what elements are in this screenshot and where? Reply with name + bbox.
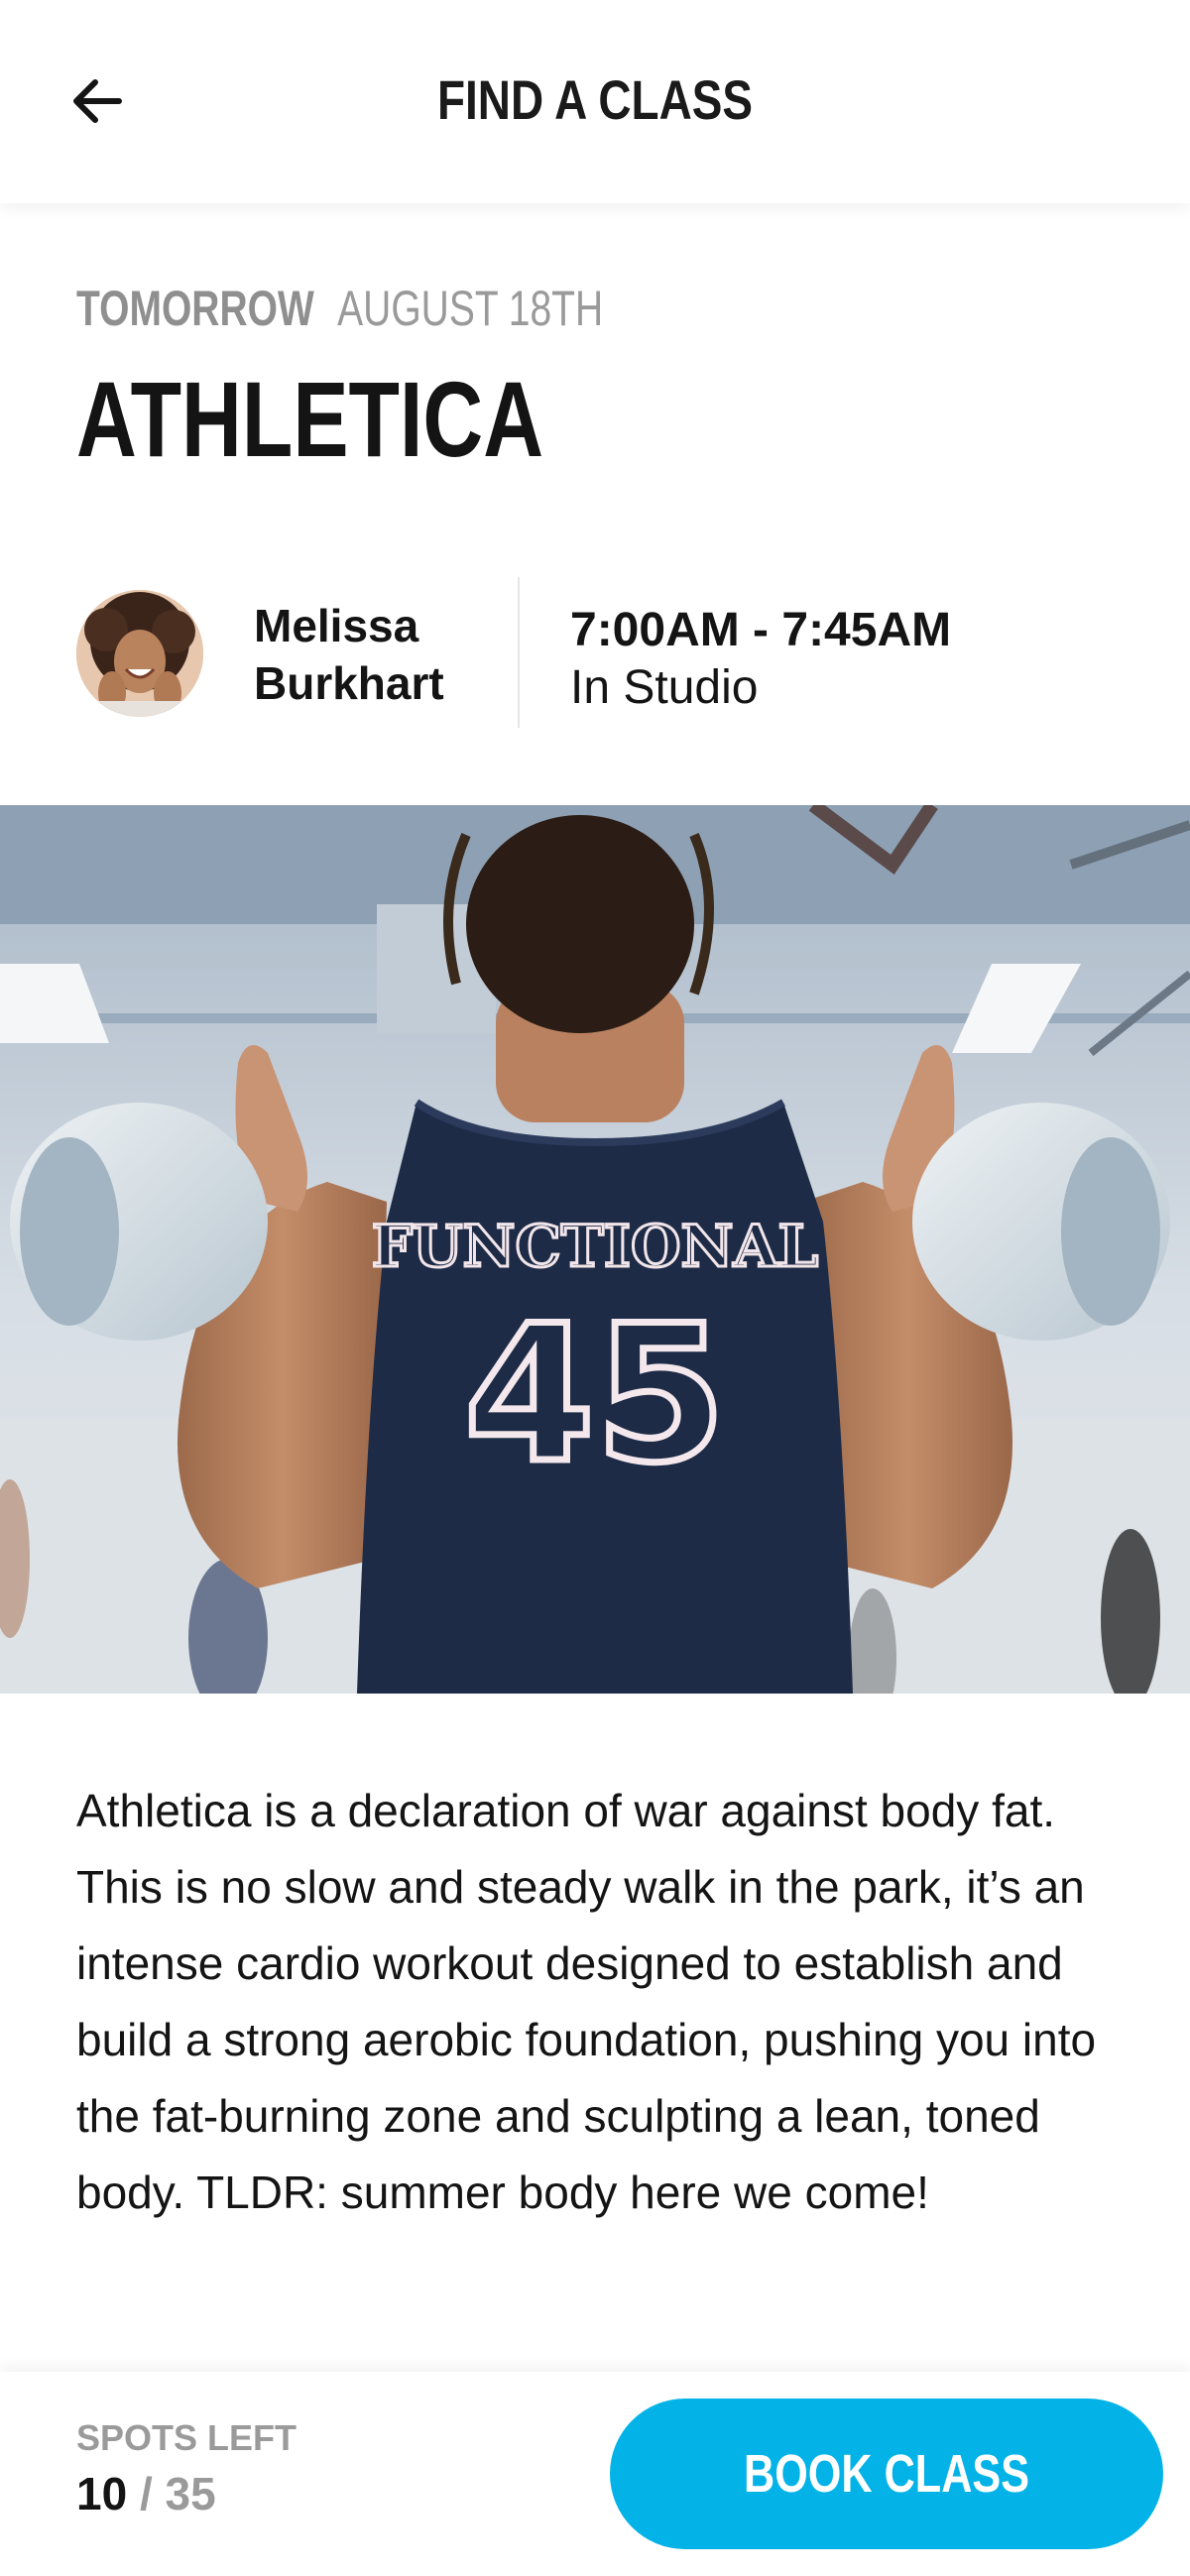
class-time: 7:00AM - 7:45AM	[570, 604, 952, 656]
instructor-last-name: Burkhart	[254, 657, 444, 709]
spots-separator: /	[139, 2468, 153, 2519]
class-title: ATHLETICA	[76, 359, 544, 479]
page-title: FIND A CLASS	[436, 68, 754, 131]
class-location: In Studio	[570, 661, 759, 714]
jersey-text: FUNCTIONAL	[372, 1213, 819, 1280]
instructor-first-name: Melissa	[254, 600, 419, 651]
class-day-label: TOMORROW	[76, 281, 314, 336]
booking-footer: SPOTS LEFT 10 / 35 BOOK CLASS	[0, 2372, 1190, 2576]
instructor-photo	[76, 590, 203, 717]
class-date-label: AUGUST 18TH	[337, 281, 604, 336]
spots-count: 10 / 35	[76, 2467, 216, 2520]
hero-illustration: FUNCTIONAL 45	[0, 805, 1190, 1694]
spots-left-label: SPOTS LEFT	[76, 2417, 298, 2458]
instructor-name[interactable]: Melissa Burkhart	[254, 597, 492, 712]
jersey-number: 45	[464, 1285, 726, 1504]
instructor-avatar[interactable]	[76, 590, 203, 717]
class-hero-image: FUNCTIONAL 45	[0, 805, 1190, 1694]
class-date: TOMORROW AUGUST 18TH	[76, 280, 603, 337]
spots-left-value: 10	[76, 2468, 128, 2519]
book-class-label: BOOK CLASS	[743, 2444, 1030, 2504]
class-description: Athletica is a declaration of war agains…	[76, 1785, 1097, 2218]
book-class-button[interactable]: BOOK CLASS	[610, 2399, 1163, 2549]
info-divider	[518, 577, 520, 728]
top-bar: FIND A CLASS	[0, 0, 1190, 203]
spots-total-value: 35	[165, 2468, 216, 2519]
